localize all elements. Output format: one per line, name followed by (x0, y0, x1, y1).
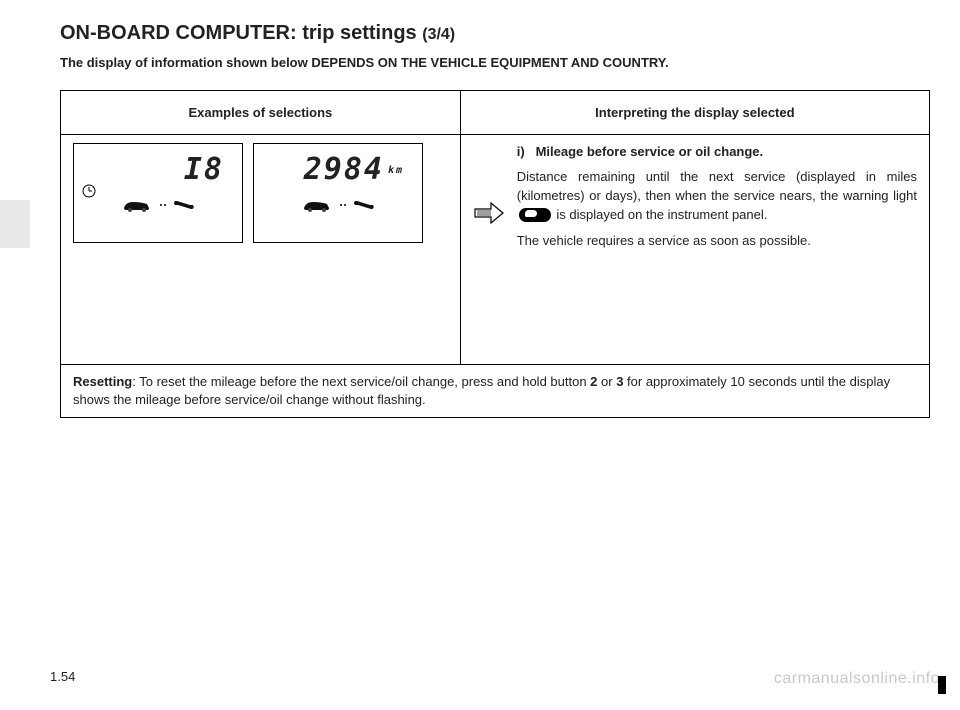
para-1a: Distance remaining until the next servic… (517, 169, 917, 203)
para-1b: is displayed on the instrument panel. (553, 207, 768, 222)
page-title: ON-BOARD COMPUTER: trip settings (3/4) (60, 22, 930, 45)
reset-label: Resetting (73, 374, 132, 389)
para-1: Distance remaining until the next servic… (517, 168, 917, 225)
arrow-icon (473, 143, 505, 259)
subtitle: The display of information shown below D… (60, 55, 930, 70)
page-number: 1.54 (50, 669, 75, 684)
title-pager: (3/4) (422, 26, 455, 43)
side-tab (0, 200, 30, 248)
reset-text-b: or (597, 374, 616, 389)
item-title: Mileage before service or oil change. (536, 144, 764, 159)
wrench-icon (353, 199, 375, 211)
interpret-text: i) Mileage before service or oil change.… (517, 143, 917, 259)
header-examples: Examples of selections (61, 91, 461, 135)
car-service-icon-right (262, 197, 414, 213)
reset-cell: Resetting: To reset the mileage before t… (61, 365, 930, 418)
page-content: ON-BOARD COMPUTER: trip settings (3/4) T… (0, 0, 960, 418)
lcd-right-units: km (388, 165, 404, 176)
table-header-row: Examples of selections Interpreting the … (61, 91, 930, 135)
reset-text-a: : To reset the mileage before the next s… (132, 374, 590, 389)
corner-mark (938, 676, 946, 694)
item-label: i) (517, 144, 525, 159)
main-table: Examples of selections Interpreting the … (60, 90, 930, 418)
lcd-left-value: I8 (82, 152, 234, 187)
header-interpret: Interpreting the display selected (460, 91, 929, 135)
lcd-display-left: I8 (73, 143, 243, 243)
table-reset-row: Resetting: To reset the mileage before t… (61, 365, 930, 418)
para-2: The vehicle requires a service as soon a… (517, 232, 917, 251)
warning-light-icon (519, 208, 551, 222)
car-service-icon-left (82, 197, 234, 213)
title-main: ON-BOARD COMPUTER: trip settings (60, 22, 417, 44)
examples-cell: I8 (61, 135, 461, 365)
interpret-cell: i) Mileage before service or oil change.… (460, 135, 929, 365)
watermark: carmanualsonline.info (774, 670, 940, 688)
clock-icon (82, 184, 96, 198)
lcd-display-right: 2984 km (253, 143, 423, 243)
lcd-right-value: 2984 km (262, 152, 414, 187)
item-heading: i) Mileage before service or oil change. (517, 143, 917, 162)
wrench-icon (173, 199, 195, 211)
table-content-row: I8 (61, 135, 930, 365)
lcd-right-number: 2984 (304, 152, 384, 187)
